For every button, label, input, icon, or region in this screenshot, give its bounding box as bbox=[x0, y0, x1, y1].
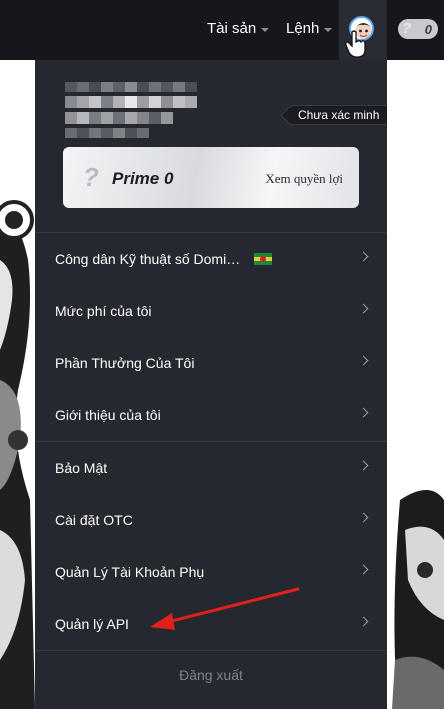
chevron-right-icon bbox=[358, 251, 369, 262]
menu-item-digital-citizen[interactable]: Công dân Kỹ thuật số Domi… bbox=[35, 233, 387, 285]
prime-badge[interactable]: ? 0 bbox=[398, 19, 438, 39]
top-nav-bar: Tài sản Lệnh ? 0 bbox=[0, 0, 444, 60]
verification-status-label: Chưa xác minh bbox=[298, 108, 380, 122]
menu-item-label: Quản Lý Tài Khoản Phụ bbox=[55, 564, 205, 580]
logout-button[interactable]: Đăng xuất bbox=[35, 652, 387, 698]
menu-item-my-rewards[interactable]: Phần Thưởng Của Tôi bbox=[35, 337, 387, 389]
assets-label: Tài sản bbox=[207, 20, 257, 37]
chevron-right-icon bbox=[358, 564, 369, 575]
logout-label: Đăng xuất bbox=[179, 667, 243, 683]
assets-menu[interactable]: Tài sản bbox=[207, 20, 270, 37]
prime-level: Prime 0 bbox=[112, 169, 174, 188]
prime-logo-icon: ? bbox=[402, 20, 412, 37]
prime-logo-icon: ? bbox=[83, 162, 99, 192]
verification-status-badge[interactable]: Chưa xác minh bbox=[289, 105, 387, 125]
chevron-right-icon bbox=[358, 512, 369, 523]
chevron-right-icon bbox=[358, 616, 369, 627]
blurred-username bbox=[65, 82, 197, 138]
chevron-down-icon bbox=[324, 27, 333, 32]
menu-item-my-fees[interactable]: Mức phí của tôi bbox=[35, 285, 387, 337]
chevron-right-icon bbox=[358, 407, 369, 418]
menu-item-label: Công dân Kỹ thuật số Domi… bbox=[55, 251, 241, 267]
menu-item-label: Quản lý API bbox=[55, 616, 129, 632]
orders-label: Lệnh bbox=[286, 20, 320, 37]
chevron-right-icon bbox=[358, 355, 369, 366]
dominica-flag-icon bbox=[254, 253, 273, 265]
account-menu-button[interactable] bbox=[339, 0, 387, 60]
menu-item-sub-accounts[interactable]: Quản Lý Tài Khoản Phụ bbox=[35, 546, 387, 598]
menu-item-label: Phần Thưởng Của Tôi bbox=[55, 355, 195, 371]
chevron-right-icon bbox=[358, 303, 369, 314]
menu-item-label: Giới thiệu của tôi bbox=[55, 407, 161, 423]
menu-item-api-management[interactable]: Quản lý API bbox=[35, 598, 387, 650]
menu-item-label: Cài đặt OTC bbox=[55, 512, 133, 528]
menu-item-my-referrals[interactable]: Giới thiệu của tôi bbox=[35, 389, 387, 441]
menu-item-otc-settings[interactable]: Cài đặt OTC bbox=[35, 494, 387, 546]
prime-badge-level: 0 bbox=[424, 21, 432, 37]
menu-item-security[interactable]: Bảo Mật bbox=[35, 442, 387, 494]
divider bbox=[35, 650, 387, 651]
menu-item-label: Bảo Mật bbox=[55, 460, 108, 476]
hand-cursor-icon bbox=[345, 30, 366, 58]
orders-menu[interactable]: Lệnh bbox=[286, 20, 333, 37]
prime-card[interactable]: ? Prime 0 Xem quyền lợi bbox=[63, 147, 359, 208]
view-benefits-link[interactable]: Xem quyền lợi bbox=[265, 171, 343, 187]
account-dropdown: Chưa xác minh ? Prime 0 Xem quyền lợi Cô… bbox=[35, 60, 387, 709]
chevron-down-icon bbox=[261, 27, 270, 32]
chevron-right-icon bbox=[358, 460, 369, 471]
menu-item-label: Mức phí của tôi bbox=[55, 303, 152, 319]
